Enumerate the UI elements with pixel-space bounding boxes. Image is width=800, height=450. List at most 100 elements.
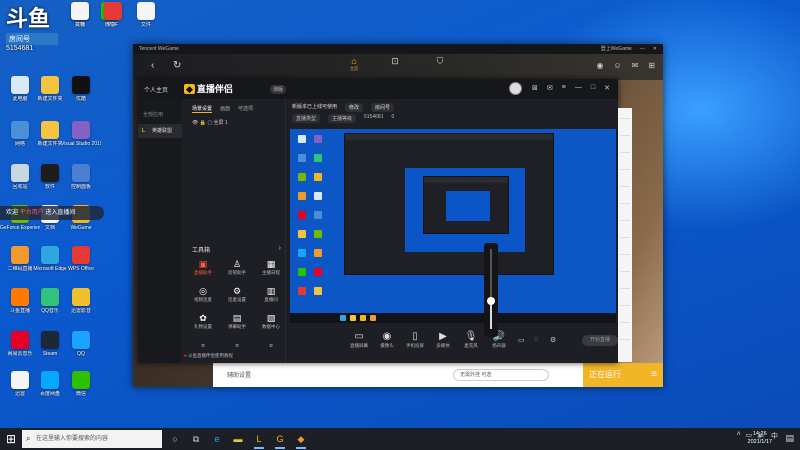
message-icon[interactable]: ✉ bbox=[632, 61, 639, 70]
record-icon[interactable]: ▭ bbox=[518, 336, 525, 344]
tool-schedule[interactable]: ▦ 主播日程 bbox=[254, 259, 288, 276]
scene-panel: 场景设置 画面 可选项 👁 🔒 ▢ 全屏 1 工具箱 › ▣ 直播助手 ♙ 房管助手 ▦… bbox=[182, 99, 286, 363]
close-icon[interactable]: ✕ bbox=[604, 84, 610, 92]
scene-item[interactable]: 👁 🔒 ▢ 全屏 1 bbox=[182, 113, 285, 126]
gear-icon[interactable]: ⚙ bbox=[550, 336, 556, 344]
tool-admin[interactable]: ♙ 房管助手 bbox=[220, 259, 254, 276]
preview-desktop-icon bbox=[298, 287, 306, 295]
desktop-shortcut[interactable]: 优酷 bbox=[63, 76, 99, 116]
live-companion-icon[interactable]: L bbox=[252, 432, 266, 449]
panel-divider bbox=[620, 203, 630, 204]
tool-room[interactable]: ▥ 直播间 bbox=[254, 286, 288, 303]
maximize-icon[interactable]: □ bbox=[591, 84, 595, 92]
wegame-bottom-bar: 辅助设置 无需外挂 可选 正在运行 ≡ bbox=[213, 363, 663, 387]
refresh-icon[interactable]: ↻ bbox=[173, 60, 181, 71]
preview-desktop-icon bbox=[314, 230, 322, 238]
source-camera[interactable]: ◉ 摄像头 bbox=[372, 331, 402, 349]
edge-icon[interactable]: e bbox=[210, 432, 224, 446]
tool-more[interactable]: ▫ bbox=[186, 340, 220, 351]
task-view-icon[interactable]: ⧉ bbox=[189, 432, 203, 446]
tool-danmaku[interactable]: ▤ 弹幕助手 bbox=[220, 313, 254, 330]
mic-icon: 🎙 bbox=[464, 331, 478, 342]
edit-button[interactable]: 修改 bbox=[345, 103, 364, 112]
source-media[interactable]: ▶ 多媒体 bbox=[428, 331, 458, 349]
wegame-search[interactable]: 无需外挂 可选 bbox=[453, 369, 549, 381]
tool-link-settings[interactable]: ⚙ 连麦设置 bbox=[220, 286, 254, 303]
folder-icon bbox=[41, 76, 59, 94]
app-icon[interactable]: ◆ bbox=[294, 432, 308, 449]
stream-title[interactable]: 新版本已上线可使用 bbox=[292, 103, 337, 112]
home-link[interactable]: 个人主页 bbox=[144, 85, 168, 94]
wegame-user[interactable]: 登上WeGame bbox=[601, 44, 632, 54]
danmaku-icon: ▤ bbox=[232, 313, 242, 323]
level-button[interactable]: 主播等级 bbox=[328, 114, 357, 123]
desktop-shortcut[interactable]: 文件 bbox=[128, 2, 164, 42]
tool-more[interactable]: ▫ bbox=[254, 340, 288, 351]
assist-settings-button[interactable]: 辅助设置 bbox=[227, 370, 251, 379]
gift-icon[interactable]: ⊞ bbox=[648, 61, 655, 70]
tool-video-link[interactable]: ◎ 视频连麦 bbox=[186, 286, 220, 303]
clock[interactable]: 14:26 2021/1/17 bbox=[748, 430, 772, 446]
chevron-up-icon[interactable]: ˄ bbox=[737, 431, 741, 441]
app-logo: ◆ 直播伴侣 bbox=[184, 84, 233, 94]
source-screen[interactable]: ▭ 直播屏幕 bbox=[344, 331, 374, 349]
tab-inbox[interactable]: ⊡ bbox=[385, 56, 405, 67]
sidebar-item-game[interactable]: 英雄联盟 bbox=[138, 124, 182, 138]
toolbox-title: 工具箱 bbox=[192, 248, 211, 254]
desktop-shortcut[interactable]: QQ bbox=[63, 331, 99, 371]
desktop-shortcut[interactable]: Visual Studio 2019 bbox=[61, 121, 101, 161]
desktop-shortcut[interactable]: 迅雷影音 bbox=[63, 288, 99, 328]
start-live-button[interactable]: 开始直播 bbox=[582, 335, 618, 346]
category-button[interactable]: 直播类型 bbox=[292, 114, 321, 123]
minimize-icon[interactable]: — bbox=[575, 84, 582, 92]
more-icon[interactable]: › bbox=[278, 243, 281, 252]
viewer-count: 0 bbox=[391, 114, 395, 120]
desktop-shortcut[interactable]: WPS Office bbox=[63, 246, 99, 286]
running-button[interactable]: 正在运行 ≡ bbox=[583, 363, 663, 387]
side-panel bbox=[618, 108, 632, 362]
cortana-icon[interactable]: ○ bbox=[168, 432, 182, 446]
version-badge[interactable]: 测版 bbox=[270, 85, 287, 94]
notification-icon[interactable]: ▤ bbox=[785, 433, 794, 444]
taskbar-search[interactable]: 在这里输入你要搜索的内容 bbox=[22, 430, 162, 448]
source-mic[interactable]: 🎙 麦克风 bbox=[456, 331, 486, 349]
tool-more[interactable]: ▫ bbox=[220, 340, 254, 351]
avatar-icon[interactable]: ◉ bbox=[596, 61, 603, 70]
camera-icon: ◉ bbox=[382, 331, 392, 342]
tutorial-notice[interactable]: ● 斗鱼直播伴侣使用教程 bbox=[184, 353, 233, 359]
source-phone-cast[interactable]: ▯ 手机投屏 bbox=[400, 331, 430, 349]
youku-icon bbox=[72, 76, 90, 94]
desktop-shortcut[interactable]: 微信 bbox=[63, 371, 99, 411]
desktop-shortcut[interactable]: 控制面板 bbox=[63, 164, 99, 204]
link-settings-icon: ⚙ bbox=[232, 286, 242, 296]
preview-area: 新版本已上线可使用 修改 房间号 直播类型 主播等级 5154681 0 ▭ 直… bbox=[286, 99, 618, 363]
file-explorer-icon[interactable]: ▬ bbox=[231, 432, 245, 446]
ime-icon[interactable]: 中 bbox=[771, 431, 778, 441]
skin-icon[interactable]: ⊠ bbox=[532, 84, 538, 92]
tab-options[interactable]: 可选项 bbox=[238, 105, 253, 113]
taskbar: ⊞ 在这里输入你要搜索的内容 ○⧉e▬LG◆ ˄ ▭ 🔈 中 14:26 202… bbox=[0, 428, 800, 450]
avatar[interactable] bbox=[509, 82, 522, 95]
volume-slider[interactable] bbox=[484, 243, 498, 337]
menu-icon[interactable]: ≡ bbox=[562, 84, 566, 92]
close-icon[interactable]: ✕ bbox=[653, 44, 657, 54]
tool-data[interactable]: ▧ 数据中心 bbox=[254, 313, 288, 330]
tool-assistant[interactable]: ▣ 直播助手 bbox=[186, 259, 220, 276]
tab-picture[interactable]: 画面 bbox=[220, 105, 230, 113]
minimize-icon[interactable]: — bbox=[640, 44, 645, 54]
tab-scene[interactable]: 场景设置 bbox=[192, 105, 213, 113]
settings-icon[interactable]: ◌ bbox=[534, 336, 538, 343]
tool-gift[interactable]: ✿ 礼物设置 bbox=[186, 313, 220, 330]
back-icon[interactable]: ‹ bbox=[151, 60, 154, 71]
windows-start-icon[interactable]: ⊞ bbox=[6, 432, 16, 446]
stream-preview[interactable] bbox=[290, 129, 616, 313]
volume-knob[interactable] bbox=[487, 297, 495, 305]
friends-icon[interactable]: ☺ bbox=[613, 61, 621, 70]
room-button[interactable]: 房间号 bbox=[371, 103, 395, 112]
assistant-icon: ▣ bbox=[198, 259, 208, 269]
tab-home[interactable]: ⌂ 主页 bbox=[344, 56, 364, 72]
mail-icon[interactable]: ✉ bbox=[547, 84, 553, 92]
overlay-label: 房间号 bbox=[6, 33, 58, 45]
wegame-icon[interactable]: G bbox=[273, 432, 287, 449]
tab-shop[interactable]: ⛉ bbox=[430, 56, 450, 67]
